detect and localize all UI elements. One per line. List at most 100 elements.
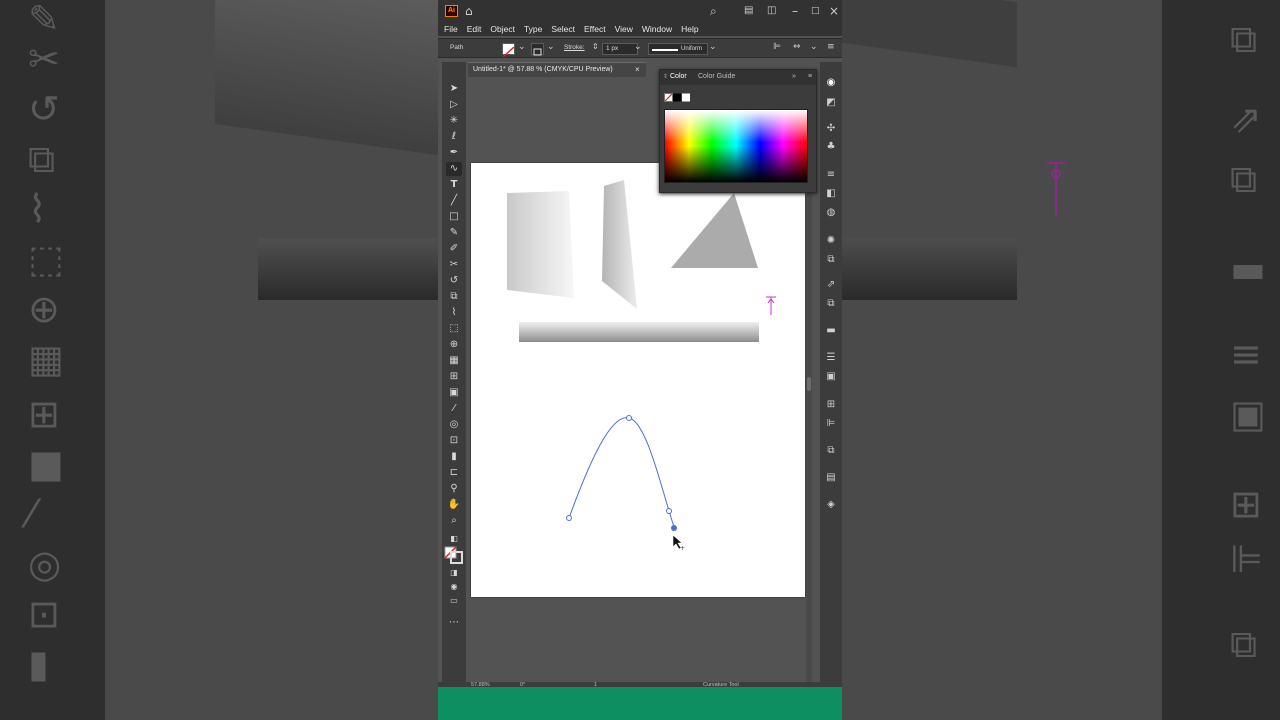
direct-selection-tool-icon[interactable]: ▷ — [446, 98, 462, 112]
chevron-down-icon[interactable]: ⌄ — [810, 42, 818, 52]
selection-tool-icon[interactable]: ➤ — [446, 82, 462, 96]
align-panel-icon[interactable]: ⊫ — [824, 417, 838, 431]
workspace-icon[interactable]: ◫ — [767, 3, 776, 19]
chevron-down-icon[interactable]: ⌄ — [709, 42, 717, 52]
variable-width-profile[interactable]: Uniform — [648, 43, 708, 55]
brushes-icon[interactable]: ✣ — [824, 122, 838, 136]
symbol-sprayer-icon[interactable]: ⊡ — [446, 434, 462, 448]
fill-swatch[interactable] — [502, 43, 515, 58]
search-icon[interactable]: ⌕ — [710, 3, 717, 19]
stroke-panel-icon[interactable]: ≡ — [824, 168, 838, 182]
anchor-point[interactable] — [626, 415, 632, 421]
color-spectrum[interactable] — [664, 109, 808, 183]
minimize-icon[interactable]: – — [792, 3, 798, 19]
menu-window[interactable]: Window — [642, 24, 672, 34]
artboard-icon[interactable]: ⊏ — [446, 466, 462, 480]
libraries-icon[interactable]: ▣ — [824, 370, 838, 384]
anchor-point[interactable] — [666, 508, 672, 514]
warp-icon[interactable]: ⌇ — [446, 306, 462, 320]
document-tab[interactable]: Untitled-1* @ 57.88 % (CMYK/CPU Preview)… — [468, 62, 646, 77]
maximize-icon[interactable]: □ — [811, 3, 820, 19]
tab-color[interactable]: Color — [670, 73, 687, 80]
pathfinder-icon[interactable]: ⧉ — [824, 444, 838, 458]
eyedropper-icon[interactable]: ⁄ — [446, 402, 462, 416]
curvature-tool-icon[interactable]: ∿ — [446, 162, 462, 176]
asset-export-icon[interactable]: ▤ — [824, 471, 838, 485]
stepper-icon[interactable]: ⇕ — [592, 42, 599, 51]
chevron-down-icon[interactable]: ⌄ — [547, 42, 555, 52]
symbols-icon[interactable]: ♣ — [824, 140, 838, 154]
collapse-icon[interactable]: ⇕ — [663, 73, 668, 80]
color-guide-icon[interactable]: ◩ — [824, 96, 838, 110]
perspective-grid-icon[interactable]: ▦ — [446, 354, 462, 368]
rotate-icon[interactable]: ↺ — [446, 274, 462, 288]
appearance-icon[interactable]: ✺ — [824, 234, 838, 248]
mesh-icon[interactable]: ⊞ — [446, 370, 462, 384]
comments-icon[interactable]: ▬ — [824, 324, 838, 338]
chevron-down-icon[interactable]: ⌄ — [634, 42, 642, 52]
lasso-icon[interactable]: ℓ — [446, 130, 462, 144]
curvature-path[interactable] — [568, 417, 675, 528]
graphic-styles-icon[interactable]: ⧉ — [824, 253, 838, 267]
rectangle-tool-icon[interactable]: □ — [446, 210, 462, 224]
menu-effect[interactable]: Effect — [584, 24, 606, 34]
blend-icon[interactable]: ◎ — [446, 418, 462, 432]
paintbrush-icon[interactable]: ✎ — [446, 226, 462, 240]
shaper-icon[interactable]: ✐ — [446, 242, 462, 256]
menu-help[interactable]: Help — [681, 24, 698, 34]
stroke-label[interactable]: Stroke: — [564, 44, 585, 51]
menu-file[interactable]: File — [444, 24, 458, 34]
free-transform-icon[interactable]: ⬚ — [446, 322, 462, 336]
arrange-documents-icon[interactable]: ▤ — [744, 3, 753, 19]
gray-triangle-shape[interactable] — [671, 193, 758, 268]
stroke-swatch[interactable] — [531, 43, 544, 56]
magic-wand-icon[interactable]: ✳ — [446, 114, 462, 128]
gradient-bar-shape[interactable] — [519, 322, 759, 342]
home-icon[interactable]: ⌂ — [465, 3, 473, 19]
anchor-point[interactable] — [566, 515, 572, 521]
transform-panel-icon[interactable]: ⊞ — [824, 398, 838, 412]
zoom-icon[interactable]: ⌕ — [446, 514, 462, 528]
shape-builder-icon[interactable]: ⊕ — [446, 338, 462, 352]
column-graph-icon[interactable]: ▮ — [446, 450, 462, 464]
gradient-panel-icon[interactable]: ◧ — [824, 187, 838, 201]
none-black-white-swatches[interactable] — [664, 93, 692, 103]
line-tool-icon[interactable]: ╱ — [446, 194, 462, 208]
menu-edit[interactable]: Edit — [467, 24, 482, 34]
hand-icon[interactable]: ✋ — [446, 498, 462, 512]
fill-stroke-swatches[interactable] — [444, 546, 464, 564]
color-mode-icon[interactable]: ◨ — [446, 566, 462, 580]
align-icon[interactable]: ⊫ — [773, 42, 781, 52]
scissors-icon[interactable]: ✂ — [446, 258, 462, 272]
transparency-icon[interactable]: ◍ — [824, 206, 838, 220]
pen-tool-icon[interactable]: ✒ — [446, 146, 462, 160]
close-icon[interactable]: × — [635, 65, 640, 74]
chevron-down-icon[interactable]: ⌄ — [518, 42, 526, 52]
gradient-icon[interactable]: ▣ — [446, 386, 462, 400]
gradient-sliver-shape[interactable] — [602, 180, 637, 309]
artwork-canvas[interactable]: + — [471, 163, 805, 597]
scale-icon[interactable]: ⧉ — [446, 290, 462, 304]
close-window-icon[interactable]: × — [829, 3, 839, 19]
selected-anchor-point[interactable] — [671, 525, 677, 531]
menu-view[interactable]: View — [615, 24, 633, 34]
stroke-weight-field[interactable]: 1 px — [602, 43, 638, 55]
properties-icon[interactable]: ☰ — [824, 351, 838, 365]
menu-object[interactable]: Object — [490, 24, 515, 34]
panel-menu-icon[interactable]: ≡ — [827, 42, 835, 52]
artboard[interactable]: + — [471, 163, 805, 597]
type-tool-icon[interactable]: T — [446, 178, 462, 192]
screen-mode-icon[interactable]: ▭ — [446, 594, 462, 608]
slice-icon[interactable]: ⚲ — [446, 482, 462, 496]
default-colors-icon[interactable]: ◧ — [446, 532, 462, 546]
layers-icon[interactable]: ◈ — [824, 498, 838, 512]
export-icon[interactable]: ⇗ — [824, 278, 838, 292]
transform-icon[interactable]: ⇔ — [793, 42, 801, 52]
panel-menu-icon[interactable]: ≡ — [808, 73, 812, 80]
artboards-panel-icon[interactable]: ⧉ — [824, 297, 838, 311]
menu-select[interactable]: Select — [551, 24, 575, 34]
more-tools-icon[interactable]: ⋯ — [446, 616, 462, 630]
color-panel-icon[interactable]: ◉ — [824, 76, 838, 90]
menu-type[interactable]: Type — [524, 24, 542, 34]
scrollbar-thumb[interactable] — [807, 377, 811, 391]
